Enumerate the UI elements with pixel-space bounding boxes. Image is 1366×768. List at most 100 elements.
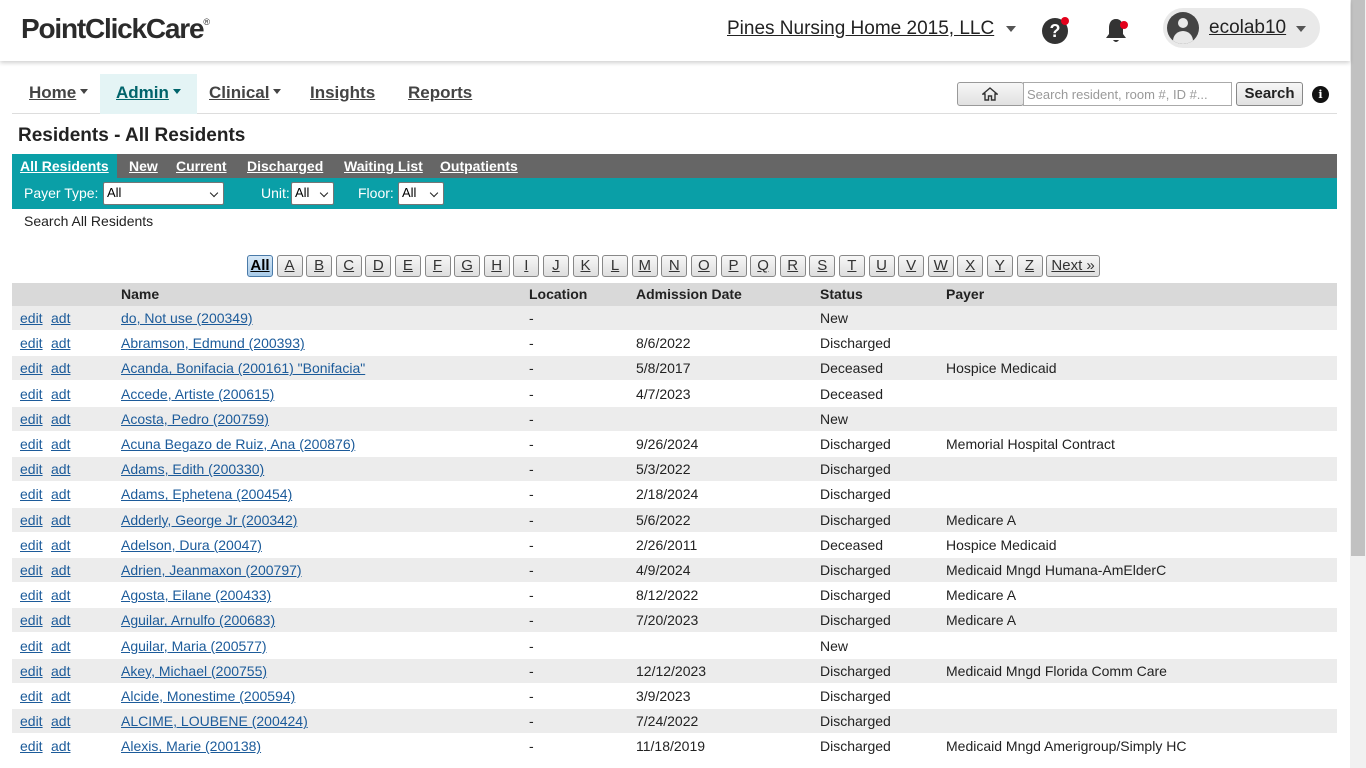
nav-admin[interactable]: Admin <box>100 74 197 114</box>
alpha-filter-y[interactable]: Y <box>986 255 1013 277</box>
alpha-filter-c[interactable]: C <box>335 255 362 277</box>
user-menu[interactable]: ecolab10 <box>1163 8 1320 48</box>
alpha-filter-t[interactable]: T <box>838 255 865 277</box>
adt-link[interactable]: adt <box>51 512 70 528</box>
pointclickcare-logo[interactable]: PointClickCare® <box>21 13 210 45</box>
edit-link[interactable]: edit <box>20 461 43 477</box>
edit-link[interactable]: edit <box>20 587 43 603</box>
resident-name-link[interactable]: do, Not use (200349) <box>121 310 253 326</box>
edit-link[interactable]: edit <box>20 537 43 553</box>
alpha-filter-u[interactable]: U <box>868 255 895 277</box>
alpha-filter-i[interactable]: I <box>513 255 540 277</box>
adt-link[interactable]: adt <box>51 486 70 502</box>
tab-discharged[interactable]: Discharged <box>239 154 331 178</box>
adt-link[interactable]: adt <box>51 386 70 402</box>
alpha-filter-s[interactable]: S <box>809 255 836 277</box>
edit-link[interactable]: edit <box>20 335 43 351</box>
edit-link[interactable]: edit <box>20 310 43 326</box>
alpha-filter-e[interactable]: E <box>394 255 421 277</box>
edit-link[interactable]: edit <box>20 738 43 754</box>
edit-link[interactable]: edit <box>20 688 43 704</box>
edit-link[interactable]: edit <box>20 663 43 679</box>
nav-reports[interactable]: Reports <box>392 74 488 114</box>
chevron-down-icon[interactable] <box>1006 26 1016 32</box>
edit-link[interactable]: edit <box>20 411 43 427</box>
alpha-filter-h[interactable]: H <box>483 255 510 277</box>
nav-clinical[interactable]: Clinical <box>193 74 297 114</box>
edit-link[interactable]: edit <box>20 436 43 452</box>
resident-name-link[interactable]: Acanda, Bonifacia (200161) "Bonifacia" <box>121 360 365 376</box>
alpha-filter-b[interactable]: B <box>306 255 333 277</box>
adt-link[interactable]: adt <box>51 688 70 704</box>
alpha-filter-z[interactable]: Z <box>1016 255 1043 277</box>
adt-link[interactable]: adt <box>51 562 70 578</box>
adt-link[interactable]: adt <box>51 713 70 729</box>
edit-link[interactable]: edit <box>20 638 43 654</box>
resident-name-link[interactable]: Akey, Michael (200755) <box>121 663 267 679</box>
resident-search-input[interactable] <box>1023 82 1232 106</box>
edit-link[interactable]: edit <box>20 713 43 729</box>
resident-name-link[interactable]: Adelson, Dura (20047) <box>121 537 262 553</box>
facility-selector[interactable]: Pines Nursing Home 2015, LLC <box>727 18 994 40</box>
edit-link[interactable]: edit <box>20 612 43 628</box>
adt-link[interactable]: adt <box>51 360 70 376</box>
alpha-filter-all[interactable]: All <box>247 255 273 277</box>
adt-link[interactable]: adt <box>51 461 70 477</box>
resident-name-link[interactable]: Adams, Ephetena (200454) <box>121 486 292 502</box>
tab-current[interactable]: Current <box>168 154 235 178</box>
resident-name-link[interactable]: Alexis, Marie (200138) <box>121 738 261 754</box>
adt-link[interactable]: adt <box>51 411 70 427</box>
alpha-filter-p[interactable]: P <box>720 255 747 277</box>
search-all-residents-link[interactable]: Search All Residents <box>24 213 153 229</box>
edit-link[interactable]: edit <box>20 512 43 528</box>
resident-name-link[interactable]: Aguilar, Arnulfo (200683) <box>121 612 275 628</box>
edit-link[interactable]: edit <box>20 562 43 578</box>
resident-name-link[interactable]: Aguilar, Maria (200577) <box>121 638 267 654</box>
edit-link[interactable]: edit <box>20 386 43 402</box>
resident-name-link[interactable]: Alcide, Monestime (200594) <box>121 688 295 704</box>
resident-name-link[interactable]: Acosta, Pedro (200759) <box>121 411 269 427</box>
resident-name-link[interactable]: Adrien, Jeanmaxon (200797) <box>121 562 302 578</box>
alpha-filter-k[interactable]: K <box>572 255 599 277</box>
adt-link[interactable]: adt <box>51 663 70 679</box>
edit-link[interactable]: edit <box>20 360 43 376</box>
alpha-filter-q[interactable]: Q <box>750 255 777 277</box>
resident-name-link[interactable]: Abramson, Edmund (200393) <box>121 335 305 351</box>
resident-name-link[interactable]: Adderly, George Jr (200342) <box>121 512 297 528</box>
alpha-filter-j[interactable]: J <box>542 255 569 277</box>
alpha-filter-l[interactable]: L <box>602 255 629 277</box>
tab-waiting-list[interactable]: Waiting List <box>336 154 431 178</box>
adt-link[interactable]: adt <box>51 335 70 351</box>
username[interactable]: ecolab10 <box>1209 17 1286 39</box>
info-icon[interactable]: i <box>1312 86 1329 103</box>
adt-link[interactable]: adt <box>51 436 70 452</box>
alpha-filter-n[interactable]: N <box>661 255 688 277</box>
chevron-down-icon[interactable] <box>1296 26 1306 32</box>
tab-outpatients[interactable]: Outpatients <box>432 154 526 178</box>
search-button[interactable]: Search <box>1236 82 1303 106</box>
unit-select[interactable]: All <box>291 182 334 205</box>
nav-home[interactable]: Home <box>13 74 104 114</box>
alpha-filter-g[interactable]: G <box>454 255 481 277</box>
floor-select[interactable]: All <box>398 182 444 205</box>
payer-type-select[interactable]: All <box>103 182 224 205</box>
column-header-name[interactable]: Name <box>121 286 159 302</box>
tab-all-residents[interactable]: All Residents <box>12 154 117 178</box>
alpha-filter-x[interactable]: X <box>957 255 984 277</box>
alpha-filter-m[interactable]: M <box>631 255 658 277</box>
nav-insights[interactable]: Insights <box>294 74 391 114</box>
adt-link[interactable]: adt <box>51 537 70 553</box>
resident-name-link[interactable]: Adams, Edith (200330) <box>121 461 264 477</box>
alpha-next-button[interactable]: Next » <box>1046 255 1101 277</box>
alpha-filter-r[interactable]: R <box>779 255 806 277</box>
alpha-filter-v[interactable]: V <box>898 255 925 277</box>
alpha-filter-d[interactable]: D <box>365 255 392 277</box>
resident-name-link[interactable]: Acuna Begazo de Ruiz, Ana (200876) <box>121 436 355 452</box>
home-button[interactable] <box>957 82 1024 106</box>
column-header-location[interactable]: Location <box>529 286 587 302</box>
column-header-status[interactable]: Status <box>820 286 863 302</box>
adt-link[interactable]: adt <box>51 638 70 654</box>
column-header-admission-date[interactable]: Admission Date <box>636 286 742 302</box>
alpha-filter-f[interactable]: F <box>424 255 451 277</box>
adt-link[interactable]: adt <box>51 612 70 628</box>
